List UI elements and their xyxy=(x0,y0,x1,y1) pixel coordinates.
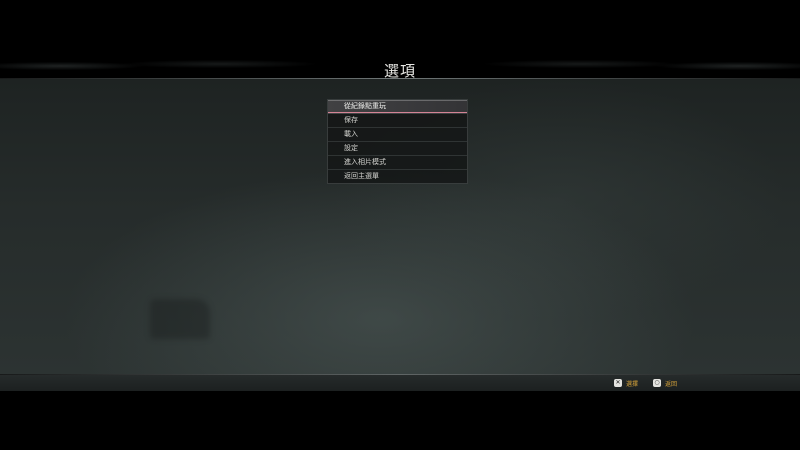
menu-item-photo-mode[interactable]: 進入相片模式 xyxy=(328,156,467,170)
options-menu: 從紀錄點重玩 保存 載入 設定 進入相片模式 返回主選單 xyxy=(327,99,468,184)
back-hint[interactable]: ○ 返回 xyxy=(653,378,677,388)
circle-button-icon: ○ xyxy=(653,379,661,387)
game-screen: 選項 從紀錄點重玩 保存 載入 設定 進入相片模式 返回主選單 ✕ 選擇 ○ 返… xyxy=(0,0,800,450)
menu-item-restart-checkpoint[interactable]: 從紀錄點重玩 xyxy=(328,100,467,114)
menu-item-save[interactable]: 保存 xyxy=(328,114,467,128)
back-hint-label: 返回 xyxy=(665,380,678,388)
cross-button-icon: ✕ xyxy=(614,379,622,387)
select-hint[interactable]: ✕ 選擇 xyxy=(614,378,638,388)
background-rock xyxy=(150,299,210,339)
bottom-letterbox xyxy=(0,391,800,450)
footer-bar xyxy=(0,375,800,391)
menu-item-load[interactable]: 載入 xyxy=(328,128,467,142)
menu-item-settings[interactable]: 設定 xyxy=(328,142,467,156)
select-hint-label: 選擇 xyxy=(626,380,639,388)
menu-item-main-menu[interactable]: 返回主選單 xyxy=(328,170,467,183)
